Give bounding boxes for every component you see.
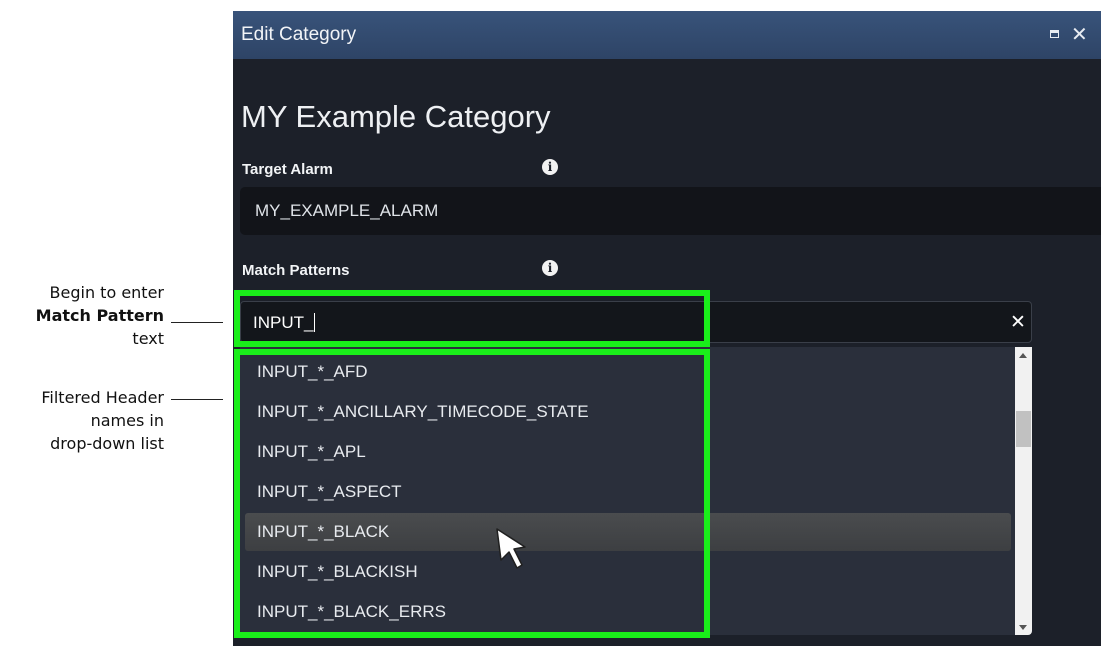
scrollbar-thumb[interactable] (1016, 411, 1031, 447)
target-alarm-label: Target Alarm (242, 161, 333, 178)
clear-icon[interactable]: ✕ (1010, 311, 1026, 333)
callout-leader-line (171, 322, 223, 323)
match-patterns-label: Match Patterns (242, 262, 350, 279)
callout-text: text (132, 329, 164, 348)
dialog-title: Edit Category (241, 24, 357, 45)
dropdown-scrollbar[interactable] (1015, 347, 1032, 635)
target-alarm-value: MY_EXAMPLE_ALARM (255, 201, 439, 220)
highlight-box-dropdown (234, 349, 710, 638)
callout-filtered-headers: Filtered Header names in drop-down list (41, 386, 164, 455)
scroll-up-arrow-icon[interactable] (1019, 353, 1027, 358)
info-icon[interactable]: i (542, 159, 558, 175)
callout-text-bold: Match Pattern (35, 306, 164, 325)
callout-match-pattern: Begin to enter Match Pattern text (36, 281, 164, 350)
callout-leader-line (171, 399, 223, 400)
category-name-heading: MY Example Category (241, 99, 551, 134)
maximize-icon[interactable] (1050, 30, 1059, 38)
mouse-pointer-icon (496, 528, 526, 569)
dialog-titlebar[interactable]: Edit Category ✕ (233, 11, 1101, 59)
close-icon[interactable]: ✕ (1071, 22, 1088, 46)
callout-text: names in (90, 411, 164, 430)
info-icon[interactable]: i (542, 260, 558, 276)
target-alarm-field[interactable]: MY_EXAMPLE_ALARM (240, 187, 1101, 235)
callout-text: drop-down list (50, 434, 164, 453)
scroll-down-arrow-icon[interactable] (1019, 625, 1027, 630)
highlight-box-input (234, 290, 710, 347)
callout-text: Filtered Header (41, 388, 164, 407)
callout-text: Begin to enter (49, 283, 164, 302)
